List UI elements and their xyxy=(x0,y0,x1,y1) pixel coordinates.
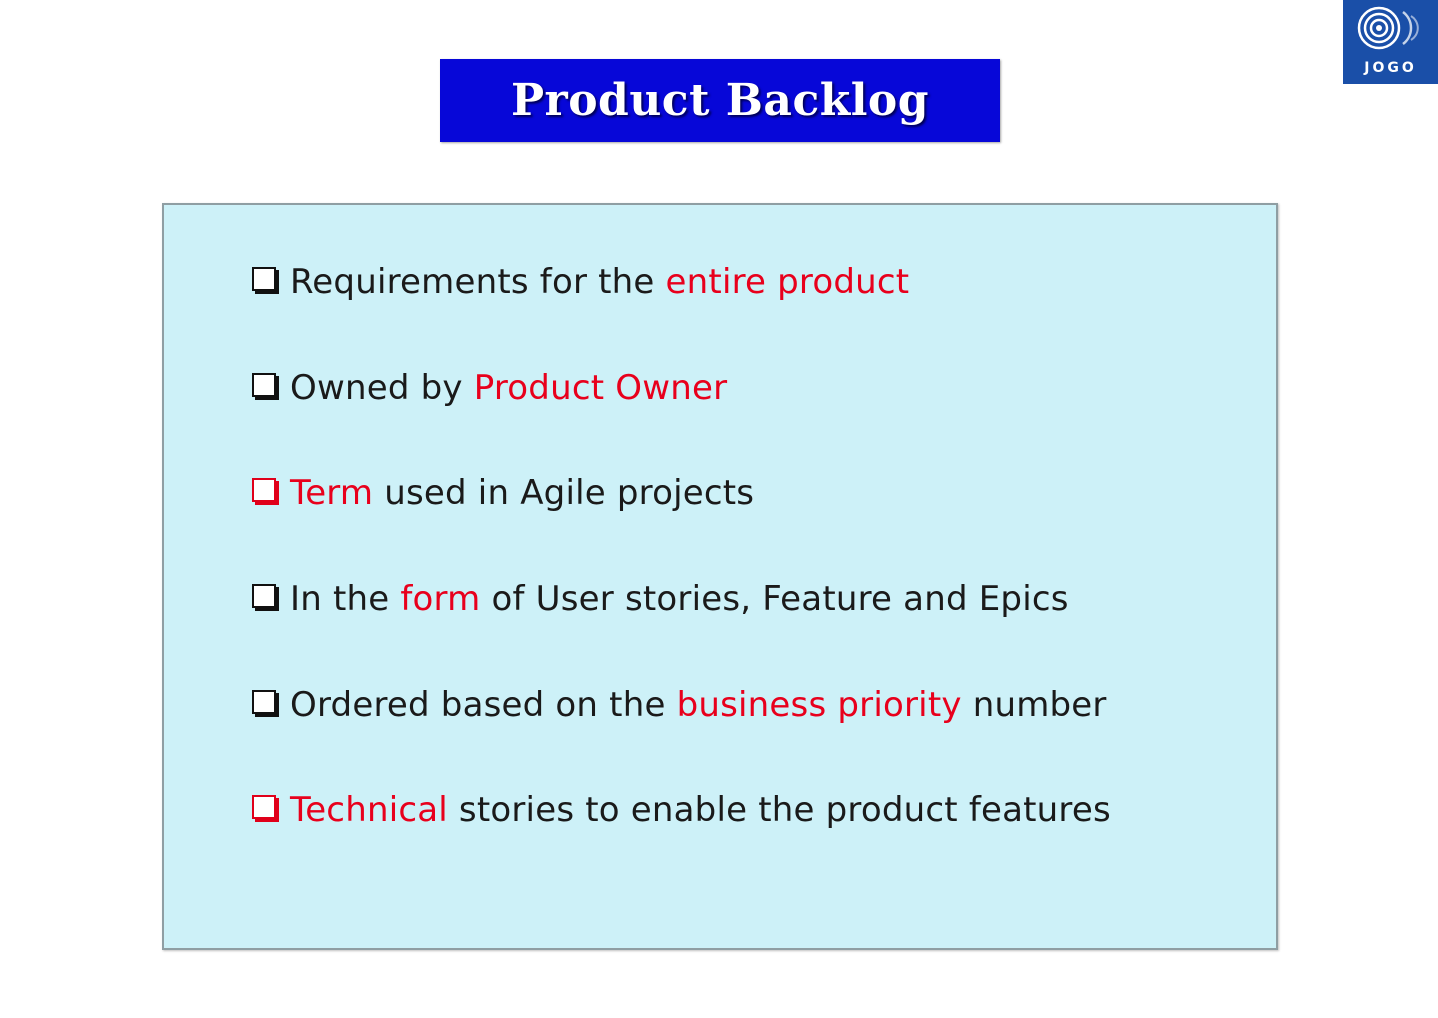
bullet-item-requirements: Requirements for the entire product xyxy=(252,252,909,312)
bullet-text: Owned by xyxy=(290,368,474,408)
bullet-text: Requirements for the xyxy=(290,262,666,302)
bullet-item-term: Term used in Agile projects xyxy=(252,463,754,523)
checkbox-icon xyxy=(252,584,276,608)
bullet-highlight: business priority xyxy=(676,685,962,725)
bullet-text-tail: used in Agile projects xyxy=(373,473,755,513)
content-panel: Requirements for the entire product Owne… xyxy=(162,203,1278,950)
logo-text: JOGO xyxy=(1364,60,1417,76)
bullet-item-ordered: Ordered based on the business priority n… xyxy=(252,675,1107,735)
bullet-text: In the xyxy=(290,579,401,619)
bullet-highlight: entire product xyxy=(665,262,910,302)
checkbox-icon xyxy=(252,267,276,291)
bullet-highlight: Technical xyxy=(290,790,448,830)
bullet-text-tail: number xyxy=(961,685,1107,725)
checkbox-icon xyxy=(252,690,276,714)
slide-title: Product Backlog xyxy=(510,75,930,126)
checkbox-icon-red xyxy=(252,795,276,819)
bullet-highlight: form xyxy=(400,579,481,619)
bullet-text-tail: of User stories, Feature and Epics xyxy=(480,579,1069,619)
bullet-item-technical: Technical stories to enable the product … xyxy=(252,780,1111,840)
bullet-text: Ordered based on the xyxy=(290,685,677,725)
bullet-highlight: Product Owner xyxy=(473,368,728,408)
bullet-text-tail: stories to enable the product features xyxy=(447,790,1111,830)
bullet-item-owned-by: Owned by Product Owner xyxy=(252,358,727,418)
bullet-item-form: In the form of User stories, Feature and… xyxy=(252,569,1069,629)
bullet-highlight: Term xyxy=(290,473,374,513)
checkbox-icon-red xyxy=(252,478,276,502)
jogo-logo: JOGO xyxy=(1343,0,1438,84)
checkbox-icon xyxy=(252,373,276,397)
slide-title-banner: Product Backlog xyxy=(440,59,1000,142)
concentric-circles-logo-icon xyxy=(1357,6,1419,50)
